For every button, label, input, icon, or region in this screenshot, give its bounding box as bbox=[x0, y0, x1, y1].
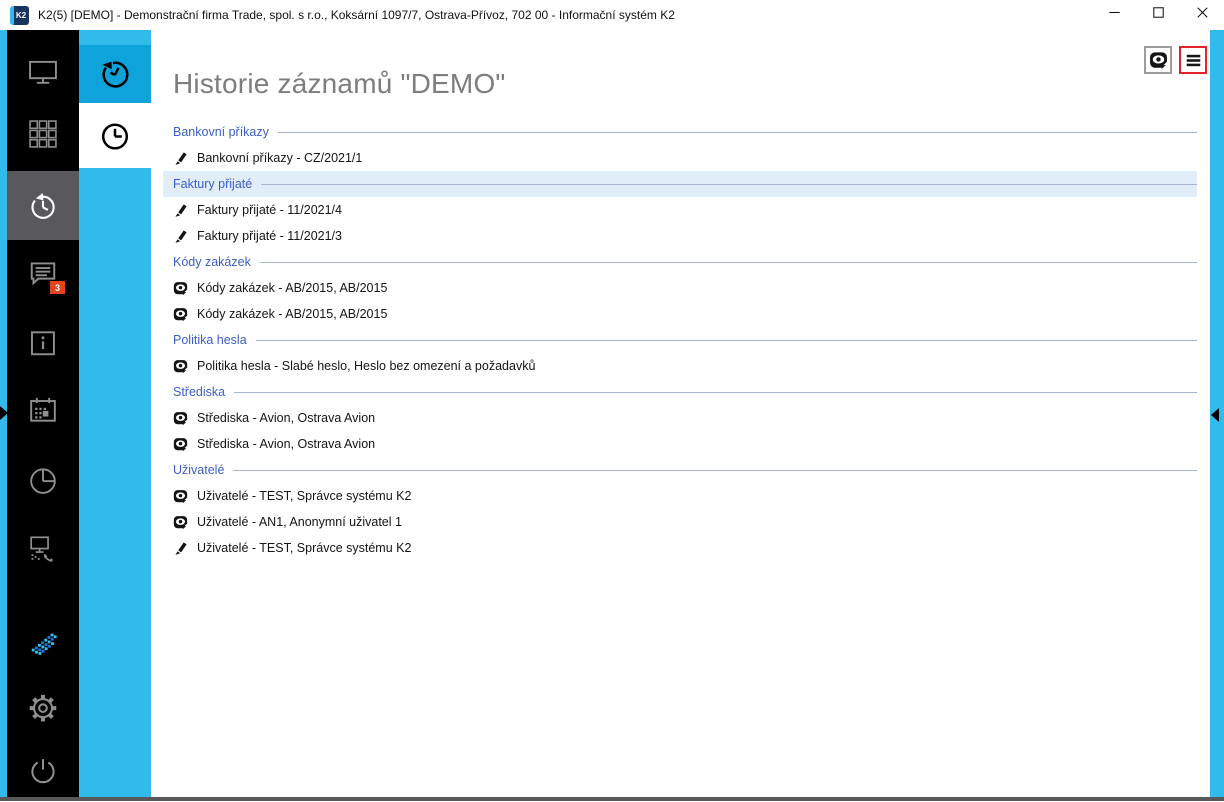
group-divider-line bbox=[261, 184, 1197, 185]
clock-icon bbox=[95, 116, 135, 156]
history-record-row[interactable]: Bankovní příkazy - CZ/2021/1 bbox=[173, 145, 1197, 171]
group-header-5[interactable]: Střediska bbox=[173, 379, 1197, 405]
subsidebar-item-record-history[interactable] bbox=[79, 45, 151, 103]
window-bottom-border bbox=[0, 797, 1224, 801]
chat-icon: 3 bbox=[25, 255, 61, 291]
gear-icon bbox=[25, 689, 61, 725]
history-record-row[interactable]: Faktury přijaté - 11/2021/4 bbox=[173, 197, 1197, 223]
edit-pencil-icon bbox=[173, 203, 188, 218]
minimize-icon bbox=[1106, 4, 1123, 26]
secondary-sidebar bbox=[79, 30, 151, 801]
edit-pencil-icon bbox=[173, 541, 188, 556]
close-icon bbox=[1194, 4, 1211, 26]
toolbar bbox=[1144, 46, 1207, 74]
group-divider-line bbox=[234, 392, 1197, 393]
close-button[interactable] bbox=[1180, 0, 1224, 30]
left-edge-panel bbox=[0, 30, 7, 801]
preview-record-button[interactable] bbox=[1144, 46, 1172, 74]
right-expander-arrow-icon[interactable] bbox=[1211, 408, 1219, 422]
edit-pencil-icon bbox=[173, 229, 188, 244]
view-eye-icon bbox=[173, 359, 188, 374]
group-divider-line bbox=[278, 132, 1197, 133]
left-expander-arrow-icon[interactable] bbox=[0, 406, 8, 420]
sidebar-item-power[interactable] bbox=[7, 738, 79, 802]
sidebar-item-remote-access[interactable] bbox=[7, 516, 79, 580]
history-arrow-icon bbox=[25, 188, 61, 224]
history-record-row[interactable]: Uživatelé - TEST, Správce systému K2 bbox=[173, 483, 1197, 509]
view-eye-icon bbox=[173, 515, 188, 530]
sidebar-item-history[interactable] bbox=[7, 171, 79, 240]
view-eye-icon bbox=[173, 437, 188, 452]
sidebar-item-settings[interactable] bbox=[7, 675, 79, 739]
grid-icon bbox=[25, 116, 61, 152]
group-divider-line bbox=[260, 262, 1197, 263]
view-eye-icon bbox=[173, 281, 188, 296]
sidebar-item-calendar[interactable] bbox=[7, 378, 79, 442]
sidebar-item-charts[interactable] bbox=[7, 448, 79, 512]
main-panel: Historie záznamů "DEMO" Bankovní příkazy… bbox=[151, 30, 1210, 801]
history-list: Bankovní příkazy Bankovní příkazy - CZ/2… bbox=[173, 119, 1197, 561]
minimize-button[interactable] bbox=[1092, 0, 1136, 30]
sidebar-item-k2-brand[interactable] bbox=[7, 611, 79, 675]
calendar-icon bbox=[25, 392, 61, 428]
group-header-2[interactable]: Faktury přijaté bbox=[163, 171, 1197, 197]
view-eye-icon bbox=[173, 307, 188, 322]
view-eye-icon bbox=[173, 411, 188, 426]
history-record-row[interactable]: Kódy zakázek - AB/2015, AB/2015 bbox=[173, 301, 1197, 327]
history-record-row[interactable]: Střediska - Avion, Ostrava Avion bbox=[173, 405, 1197, 431]
sidebar-item-desktop[interactable] bbox=[7, 40, 79, 104]
window-controls bbox=[1092, 0, 1224, 30]
right-edge-panel bbox=[1210, 30, 1224, 801]
record-eye-icon bbox=[1149, 51, 1168, 70]
view-eye-icon bbox=[173, 489, 188, 504]
menu-button[interactable] bbox=[1179, 46, 1207, 74]
sidebar-item-modules[interactable] bbox=[7, 102, 79, 166]
k2-dots-icon bbox=[25, 625, 61, 661]
history-clock-icon bbox=[95, 54, 135, 94]
maximize-icon bbox=[1150, 4, 1167, 26]
history-record-row[interactable]: Faktury přijaté - 11/2021/3 bbox=[173, 223, 1197, 249]
history-record-row[interactable]: Politika hesla - Slabé heslo, Heslo bez … bbox=[173, 353, 1197, 379]
group-divider-line bbox=[233, 470, 1197, 471]
titlebar: K2 K2(5) [DEMO] - Demonstrační firma Tra… bbox=[0, 0, 1224, 30]
page-title: Historie záznamů "DEMO" bbox=[173, 68, 506, 100]
group-header-4[interactable]: Politika hesla bbox=[173, 327, 1197, 353]
group-header-3[interactable]: Kódy zakázek bbox=[173, 249, 1197, 275]
sidebar-item-information[interactable] bbox=[7, 311, 79, 375]
history-record-row[interactable]: Uživatelé - TEST, Správce systému K2 bbox=[173, 535, 1197, 561]
monitor-icon bbox=[25, 54, 61, 90]
pie-chart-icon bbox=[25, 462, 61, 498]
group-divider-line bbox=[256, 340, 1197, 341]
window-title: K2(5) [DEMO] - Demonstrační firma Trade,… bbox=[38, 8, 675, 22]
power-icon bbox=[25, 752, 61, 788]
unread-count-badge: 3 bbox=[50, 281, 65, 294]
remote-phone-icon bbox=[25, 530, 61, 566]
history-record-row[interactable]: Uživatelé - AN1, Anonymní uživatel 1 bbox=[173, 509, 1197, 535]
menu-icon bbox=[1184, 51, 1203, 70]
k2-app-icon: K2 bbox=[10, 6, 29, 25]
subsidebar-item-recent-records[interactable] bbox=[79, 103, 151, 168]
history-record-row[interactable]: Kódy zakázek - AB/2015, AB/2015 bbox=[173, 275, 1197, 301]
group-header-6[interactable]: Uživatelé bbox=[173, 457, 1197, 483]
sidebar-item-messages[interactable]: 3 bbox=[7, 241, 79, 305]
maximize-button[interactable] bbox=[1136, 0, 1180, 30]
info-icon bbox=[25, 325, 61, 361]
history-record-row[interactable]: Střediska - Avion, Ostrava Avion bbox=[173, 431, 1197, 457]
primary-sidebar: 3 bbox=[7, 30, 79, 801]
group-header-1[interactable]: Bankovní příkazy bbox=[173, 119, 1197, 145]
edit-pencil-icon bbox=[173, 151, 188, 166]
